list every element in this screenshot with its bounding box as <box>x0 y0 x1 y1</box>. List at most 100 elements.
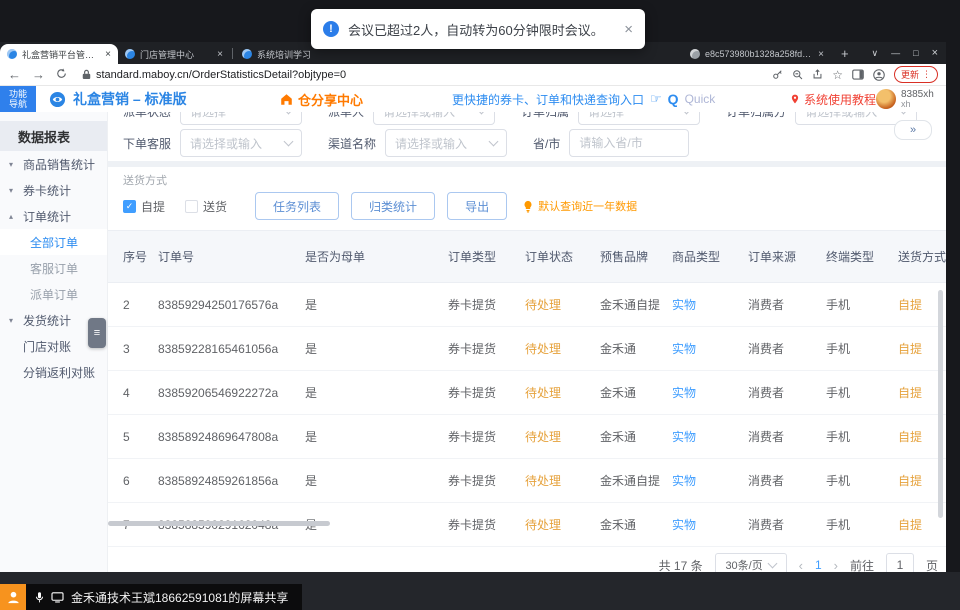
window-close-icon[interactable]: × <box>932 47 938 59</box>
screen-share-icon <box>51 592 64 603</box>
back-icon[interactable]: ← <box>8 68 21 81</box>
tab-search-icon[interactable]: ∨ <box>872 48 879 59</box>
cell-index: 2 <box>123 298 158 312</box>
page-size-select[interactable]: 30条/页 <box>715 553 787 572</box>
share-center-link[interactable]: 仓分享中心 <box>280 90 363 109</box>
filter-order-owner-party: 订单归属方 请选择或输入 <box>726 112 917 125</box>
province-city-input[interactable] <box>569 129 689 157</box>
table-body: 2 83859294250176576a 是 券卡提货 待处理 金禾通自提 实物… <box>108 283 946 547</box>
table-row[interactable]: 5 83858924869647808a 是 券卡提货 待处理 金禾通 实物 消… <box>108 415 946 459</box>
forward-icon[interactable]: → <box>32 68 45 81</box>
checkbox-checked-icon[interactable]: ✓ <box>123 200 136 213</box>
browser-toolbar: ← → standard.maboy.cn/OrderStatisticsDet… <box>0 64 946 86</box>
share-icon[interactable] <box>812 69 823 80</box>
order-owner-select[interactable]: 请选择 <box>578 112 700 125</box>
category-stats-button[interactable]: 归类统计 <box>351 192 435 220</box>
new-tab-button[interactable]: + <box>841 46 849 61</box>
browser-tab-active[interactable]: 礼盒营销平台管理中心 × <box>0 44 118 64</box>
filter-province-city: 省/市 <box>533 129 689 157</box>
nav-badge[interactable]: 功能 导航 <box>0 86 36 112</box>
key-icon[interactable] <box>772 69 783 80</box>
vertical-scrollbar[interactable] <box>938 290 943 518</box>
side-panel-icon[interactable] <box>852 69 864 80</box>
toast-message: 会议已超过2人，自动转为60分钟限时会议。 <box>348 20 604 39</box>
cell-order-type: 券卡提货 <box>448 384 525 401</box>
sidebar-item-label: 分销返利对账 <box>23 364 95 381</box>
pagination: 共 17 条 30条/页 ‹ 1 › 前往 页 <box>123 553 946 572</box>
chevron-down-icon <box>489 137 499 147</box>
sidebar-item-label: 订单统计 <box>23 208 71 225</box>
address-bar[interactable]: standard.maboy.cn/OrderStatisticsDetail?… <box>82 69 346 81</box>
browser-update-button[interactable]: 更新 ⋮ <box>894 66 938 83</box>
cell-product-type[interactable]: 实物 <box>672 428 748 445</box>
minimize-icon[interactable]: — <box>891 48 900 58</box>
cell-is-parent: 是 <box>305 428 448 445</box>
checkbox-label: 送货 <box>203 198 227 215</box>
dispatch-status-select[interactable]: 请选择 <box>180 112 302 125</box>
nav-badge-line2: 导航 <box>9 99 27 109</box>
checkbox-self-pickup[interactable]: ✓ 自提 <box>123 198 165 215</box>
tab-close-icon[interactable]: × <box>818 49 824 60</box>
bookmark-star-icon[interactable]: ☆ <box>832 69 843 81</box>
cell-order-no: 83859206546922272a <box>158 386 305 400</box>
checkbox-unchecked-icon[interactable] <box>185 200 198 213</box>
select-placeholder: 请选择 <box>588 112 624 120</box>
current-page[interactable]: 1 <box>815 558 822 572</box>
tab-divider <box>232 48 233 59</box>
cell-order-status: 待处理 <box>525 384 600 401</box>
browser-tab[interactable]: 门店管理中心 × <box>118 44 230 64</box>
next-page-icon[interactable]: › <box>834 558 838 573</box>
cell-product-type[interactable]: 实物 <box>672 516 748 533</box>
sidebar-item-service-orders[interactable]: 客服订单 <box>0 255 107 281</box>
sidebar-item-order-stats[interactable]: ▴ 订单统计 <box>0 203 107 229</box>
quick-entry[interactable]: 更快捷的券卡、订单和快递查询入口 ☞ Q Quick <box>452 91 715 108</box>
horizontal-scrollbar[interactable] <box>108 521 330 526</box>
toast-close-icon[interactable]: × <box>624 21 633 38</box>
sidebar-item-product-sales[interactable]: ▾ 商品销售统计 <box>0 151 107 177</box>
desktop-screen: 礼盒营销平台管理中心 × 门店管理中心 × 系统培训学习 e8c573980b1… <box>0 0 960 610</box>
sidebar-item-label: 商品销售统计 <box>23 156 95 173</box>
cell-product-type[interactable]: 实物 <box>672 296 748 313</box>
info-icon: ! <box>323 21 339 37</box>
cell-presale-brand: 金禾通 <box>600 516 672 533</box>
sidebar-item-rebate-reconciliation[interactable]: 分销返利对账 <box>0 359 107 385</box>
export-button[interactable]: 导出 <box>447 192 507 220</box>
tutorial-link[interactable]: 系统使用教程 <box>790 91 876 108</box>
refresh-icon[interactable] <box>56 68 67 81</box>
screen-share-pill[interactable]: 金禾通技术王斌18662591081的屏幕共享 <box>26 584 302 610</box>
bulb-icon <box>523 200 533 213</box>
zoom-icon[interactable] <box>792 69 803 80</box>
cell-product-type[interactable]: 实物 <box>672 384 748 401</box>
expand-filters-button[interactable]: » <box>894 120 932 140</box>
sidebar-item-coupon-stats[interactable]: ▾ 券卡统计 <box>0 177 107 203</box>
tab-close-icon[interactable]: × <box>217 49 223 60</box>
goto-page-input[interactable] <box>886 553 914 572</box>
task-list-button[interactable]: 任务列表 <box>255 192 339 220</box>
sidebar-collapse-handle[interactable]: ≡ <box>88 318 106 348</box>
menu-icon: ≡ <box>94 327 100 339</box>
cell-product-type[interactable]: 实物 <box>672 340 748 357</box>
browser-tab[interactable]: e8c573980b1328a258fd2e6f8 × <box>683 44 831 64</box>
filter-dispatch-status: 派单状态 请选择 <box>123 112 302 125</box>
more-icon: ⋮ <box>922 69 931 80</box>
maximize-icon[interactable]: □ <box>913 48 918 58</box>
profile-icon[interactable] <box>873 69 885 81</box>
order-agent-select[interactable]: 请选择或输入 <box>180 129 302 157</box>
table-row[interactable]: 3 83859228165461056a 是 券卡提货 待处理 金禾通 实物 消… <box>108 327 946 371</box>
table-row[interactable]: 2 83859294250176576a 是 券卡提货 待处理 金禾通自提 实物… <box>108 283 946 327</box>
sidebar-item-all-orders[interactable]: 全部订单 <box>0 229 107 255</box>
sidebar-item-dispatch-orders[interactable]: 派单订单 <box>0 281 107 307</box>
table-row[interactable]: 6 83858924859261856a 是 券卡提货 待处理 金禾通自提 实物… <box>108 459 946 503</box>
table-row[interactable]: 4 83859206546922272a 是 券卡提货 待处理 金禾通 实物 消… <box>108 371 946 415</box>
dispatcher-select[interactable]: 请选择或输入 <box>373 112 495 125</box>
sidebar-item-label: 发货统计 <box>23 312 71 329</box>
user-account[interactable]: 8385xh xh <box>876 89 934 110</box>
tab-close-icon[interactable]: × <box>105 49 111 60</box>
col-order-source: 订单来源 <box>748 248 826 265</box>
share-center-label: 仓分享中心 <box>298 90 363 109</box>
prev-page-icon[interactable]: ‹ <box>799 558 803 573</box>
checkbox-delivery[interactable]: 送货 <box>185 198 227 215</box>
channel-name-select[interactable]: 请选择或输入 <box>385 129 507 157</box>
sidebar-item-label: 券卡统计 <box>23 182 71 199</box>
cell-product-type[interactable]: 实物 <box>672 472 748 489</box>
